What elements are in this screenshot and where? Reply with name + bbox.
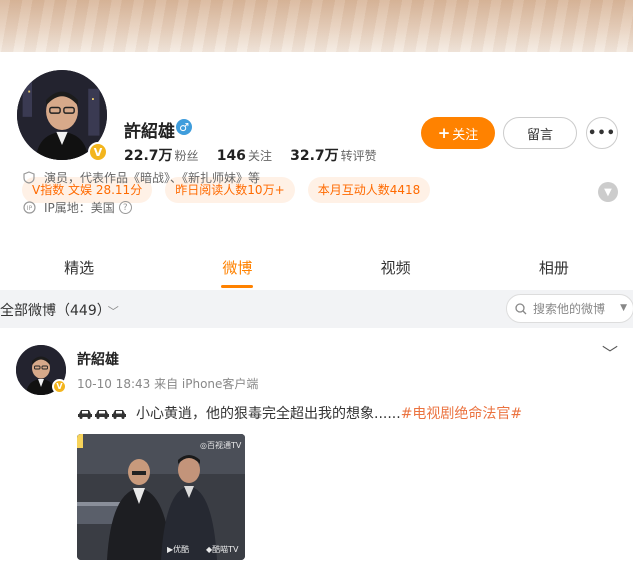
stat-interactions[interactable]: 32.7万 转评赞 (290, 145, 377, 165)
ip-text: IP属地：美国 (44, 201, 115, 215)
ip-line: IP IP属地：美国 ? (22, 199, 132, 216)
bio-line: 演员，代表作品《暗战》、《新扎师妹》等 (22, 169, 260, 186)
profile-stats: 22.7万 粉丝 146 关注 32.7万 转评赞 (124, 145, 391, 165)
verified-badge-icon: V (52, 379, 67, 394)
caret-down-icon[interactable]: ▼ (620, 303, 627, 313)
help-icon[interactable]: ? (118, 201, 132, 214)
male-icon: ♂ (176, 119, 192, 135)
stat-fans-label: 粉丝 (174, 149, 199, 163)
post-image[interactable]: ◎百视通TV ▶优酷 ◆酷喵TV (77, 434, 245, 560)
chevron-down-icon[interactable]: ﹀ (602, 340, 618, 364)
tag-monthly-interactions[interactable]: 本月互动人数4418 (307, 177, 431, 203)
post-body-text: 小心黄逍，他的狠毒完全超出我的想象...... (136, 406, 401, 422)
stat-fans[interactable]: 22.7万 粉丝 (124, 145, 199, 165)
tab-album[interactable]: 相册 (475, 246, 633, 290)
follow-button-label: 关注 (452, 127, 479, 143)
tv-still-image (77, 434, 245, 560)
bio-text: 演员，代表作品《暗战》、《新扎师妹》等 (44, 171, 261, 185)
stat-interactions-value: 32.7万 (290, 148, 339, 164)
post-meta: 10-10 18:43 来自 iPhone客户端 (77, 377, 259, 391)
shield-icon (22, 171, 36, 185)
tab-videos[interactable]: 视频 (317, 246, 475, 290)
ip-location-icon: IP (22, 201, 36, 215)
chevron-down-icon: ﹀ (107, 305, 119, 318)
message-button[interactable]: 留言 (503, 117, 577, 149)
svg-text:IP: IP (26, 205, 32, 212)
post-card: V 許紹雄 10-10 18:43 来自 iPhone客户端 ﹀ 小心黄逍，他的… (0, 328, 633, 566)
stat-following-label: 关注 (247, 149, 272, 163)
verified-badge-icon: V (88, 142, 108, 162)
filter-label: 全部微博（449） (0, 303, 104, 319)
stat-interactions-label: 转评赞 (340, 149, 377, 163)
tab-featured[interactable]: 精选 (0, 246, 158, 290)
post-filter-bar: 全部微博（449） ﹀ 搜索他的微博 ▼ (0, 290, 633, 328)
profile-cover-banner (0, 0, 633, 52)
car-icon (77, 408, 128, 419)
watermark-top-right: ◎百视通TV (200, 441, 242, 450)
post-author-name[interactable]: 許紹雄 (77, 349, 119, 369)
profile-name: 許紹雄 (124, 122, 175, 142)
chevron-down-icon[interactable]: ▼ (598, 182, 618, 202)
search-icon (515, 302, 527, 314)
follow-button[interactable]: + 关注 (421, 117, 495, 149)
post-hashtag-link[interactable]: #电视剧绝命法官# (401, 403, 522, 423)
watermark-youku: ▶优酷 (167, 545, 190, 554)
post-text: 小心黄逍，他的狠毒完全超出我的想象...... #电视剧绝命法官# (77, 403, 522, 423)
stat-following-value: 146 (216, 148, 246, 164)
search-input[interactable]: 搜索他的微博 ▼ (506, 294, 633, 323)
search-placeholder: 搜索他的微博 (533, 302, 606, 316)
profile-tabs: 精选 微博 视频 相册 (0, 246, 633, 290)
plus-icon: + (437, 124, 451, 142)
tab-weibo[interactable]: 微博 (158, 246, 316, 290)
more-options-icon[interactable]: ••• (586, 117, 618, 149)
stat-following[interactable]: 146 关注 (217, 147, 272, 164)
stat-fans-value: 22.7万 (124, 148, 173, 164)
filter-all-posts-dropdown[interactable]: 全部微博（449） ﹀ (0, 300, 119, 320)
watermark-kumiao: ◆酷喵TV (206, 545, 239, 554)
